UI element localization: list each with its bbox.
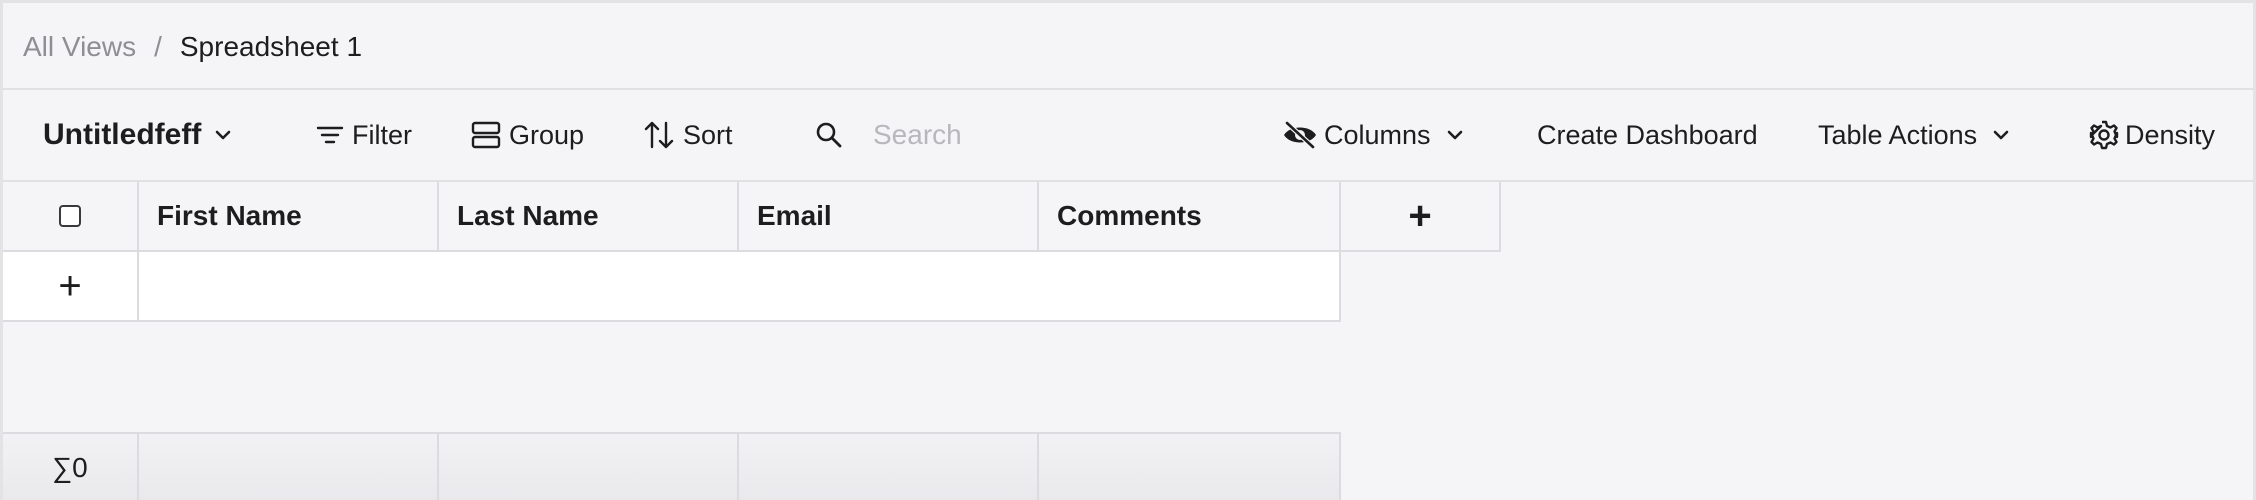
density-label: Density xyxy=(2125,119,2216,150)
row-count-summary: ∑0 xyxy=(52,451,88,483)
group-rows-icon xyxy=(471,121,501,149)
view-name-label: Untitledfeff xyxy=(43,118,202,151)
filter-button[interactable]: Filter xyxy=(316,90,412,180)
table-actions-dropdown[interactable]: Table Actions xyxy=(1818,90,2009,180)
footer-cell-comments[interactable] xyxy=(1039,432,1341,500)
breadcrumb: All Views / Spreadsheet 1 xyxy=(23,3,362,90)
chevron-down-icon xyxy=(1993,129,2009,141)
plus-icon: + xyxy=(58,264,82,308)
plus-icon: + xyxy=(1408,194,1432,238)
group-label: Group xyxy=(509,119,585,150)
column-header-last-name[interactable]: Last Name xyxy=(439,182,739,252)
column-header-first-name[interactable]: First Name xyxy=(139,182,439,252)
column-header-comments[interactable]: Comments xyxy=(1039,182,1341,252)
footer-cell-email[interactable] xyxy=(739,432,1039,500)
filter-label: Filter xyxy=(352,119,412,150)
eye-slash-icon xyxy=(1282,121,1318,149)
group-button[interactable]: Group xyxy=(471,90,584,180)
select-all-cell xyxy=(3,182,139,252)
columns-dropdown[interactable]: Columns xyxy=(1282,90,1463,180)
column-header-label: Last Name xyxy=(457,200,599,231)
breadcrumb-all-views[interactable]: All Views xyxy=(23,31,136,63)
search-icon xyxy=(815,121,843,149)
add-row-empty-cell[interactable] xyxy=(139,252,1341,322)
table-actions-label: Table Actions xyxy=(1818,119,1978,150)
create-dashboard-button[interactable]: Create Dashboard xyxy=(1537,90,1758,180)
footer-summary-cell: ∑0 xyxy=(3,432,139,500)
breadcrumb-current-view: Spreadsheet 1 xyxy=(179,30,363,62)
spreadsheet-app: All Views / Spreadsheet 1 Untitledfeff F… xyxy=(0,0,2256,500)
select-all-checkbox[interactable] xyxy=(59,205,81,227)
density-button[interactable]: Density xyxy=(2089,90,2215,180)
chevron-down-icon xyxy=(215,129,231,141)
footer-cell-first-name[interactable] xyxy=(139,432,439,500)
column-header-label: Email xyxy=(757,200,832,231)
column-header-label: Comments xyxy=(1057,200,1202,231)
sort-arrows-icon xyxy=(643,120,675,150)
footer-cell-last-name[interactable] xyxy=(439,432,739,500)
view-name-dropdown[interactable]: Untitledfeff xyxy=(43,90,231,180)
columns-label: Columns xyxy=(1324,119,1431,150)
toolbar: Untitledfeff Filter Group Sort Search Co… xyxy=(3,90,2253,180)
add-row-button[interactable]: + xyxy=(3,252,139,322)
breadcrumb-separator: / xyxy=(154,30,162,62)
search-input[interactable] xyxy=(873,119,1173,151)
add-column-button[interactable]: + xyxy=(1341,182,1501,252)
gear-icon xyxy=(2089,120,2119,150)
search-box xyxy=(815,90,1173,180)
column-header-label: First Name xyxy=(157,200,302,231)
sort-button[interactable]: Sort xyxy=(643,90,733,180)
create-dashboard-label: Create Dashboard xyxy=(1537,119,1758,150)
sort-label: Sort xyxy=(683,119,733,150)
column-header-email[interactable]: Email xyxy=(739,182,1039,252)
chevron-down-icon xyxy=(1447,129,1463,141)
filter-lines-icon xyxy=(316,124,344,146)
